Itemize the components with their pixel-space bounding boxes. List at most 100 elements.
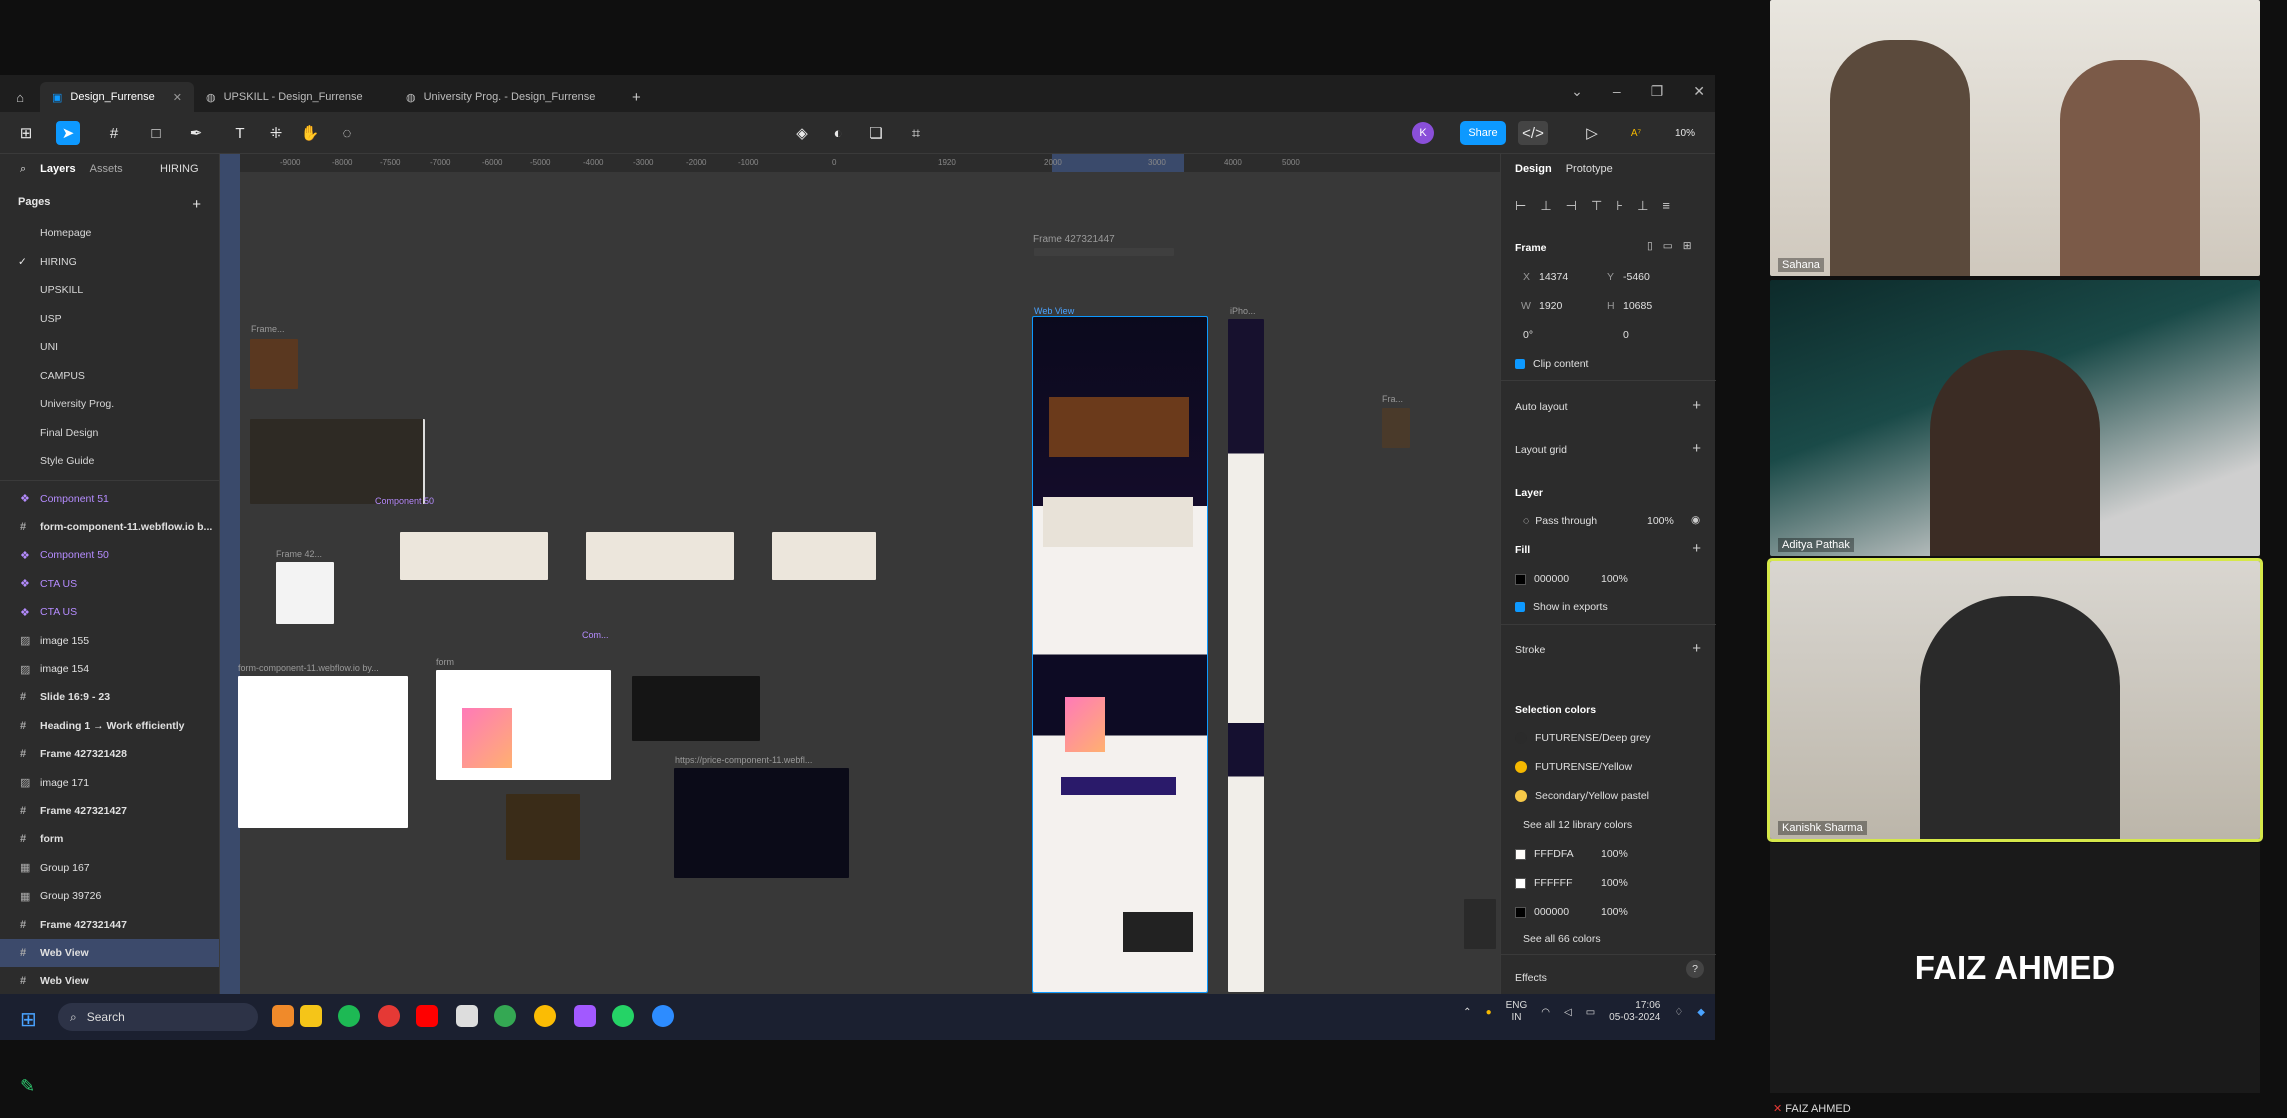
wifi-icon[interactable]: ◠ bbox=[1541, 1007, 1550, 1018]
align-icons[interactable]: ⊢⊥⊣⊤⊦⊥≡ bbox=[1515, 198, 1684, 214]
text-tool-icon[interactable]: T bbox=[228, 121, 252, 145]
page-item[interactable]: UNI bbox=[0, 333, 219, 362]
chevron-down-icon[interactable]: ⌄ bbox=[1571, 83, 1583, 100]
add-grid-icon[interactable]: + bbox=[1692, 440, 1701, 457]
minimize-icon[interactable]: – bbox=[1613, 83, 1621, 100]
layer-item[interactable]: # Heading 1 → Work efficiently bbox=[0, 712, 219, 740]
layer-item[interactable]: # Web View bbox=[0, 967, 219, 995]
avatar[interactable]: K bbox=[1412, 122, 1434, 144]
participant-video-aditya[interactable]: Aditya Pathak bbox=[1770, 280, 2260, 556]
layer-item[interactable]: # Frame 427321427 bbox=[0, 797, 219, 825]
component-card[interactable] bbox=[772, 532, 876, 580]
participant-tile-faiz[interactable]: FAIZ AHMED bbox=[1770, 843, 2260, 1093]
close-icon[interactable]: ✕ bbox=[173, 91, 182, 104]
app-icon[interactable] bbox=[456, 1005, 478, 1027]
library-color-row[interactable]: FUTURENSE/Deep grey bbox=[1515, 732, 1651, 745]
layer-item[interactable]: ❖ Component 51 bbox=[0, 485, 219, 513]
pen-tool-icon[interactable]: ✒ bbox=[184, 121, 208, 145]
layer-item[interactable]: # Frame 427321447 bbox=[0, 910, 219, 938]
hex-opacity[interactable]: 100% bbox=[1601, 877, 1628, 889]
component-icon[interactable]: ◈ bbox=[790, 121, 814, 145]
chrome-icon[interactable] bbox=[494, 1005, 516, 1027]
notification-app-icon[interactable] bbox=[272, 1005, 294, 1027]
color-swatch[interactable] bbox=[1515, 906, 1526, 918]
library-color-row[interactable]: Secondary/Yellow pastel bbox=[1515, 790, 1649, 803]
ai-icon[interactable]: A⁷ bbox=[1624, 121, 1648, 145]
component-card[interactable] bbox=[586, 532, 734, 580]
whatsapp-icon[interactable] bbox=[612, 1005, 634, 1027]
mic-icon[interactable]: ● bbox=[1486, 1007, 1492, 1018]
fill-swatch[interactable] bbox=[1515, 573, 1526, 585]
participant-video-kanishk[interactable]: Kanishk Sharma bbox=[1767, 558, 2263, 842]
frame-tool-icon[interactable]: # bbox=[102, 121, 126, 145]
page-item[interactable]: ✓ HIRING bbox=[0, 248, 219, 277]
library-color-row[interactable]: FUTURENSE/Yellow bbox=[1515, 761, 1632, 774]
see-all-library-link[interactable]: See all 12 library colors bbox=[1523, 819, 1632, 831]
taskbar-search[interactable]: ⌕ Search bbox=[58, 1003, 258, 1031]
form-frame[interactable] bbox=[436, 670, 611, 780]
close-window-icon[interactable]: ✕ bbox=[1693, 83, 1705, 100]
spotify-icon[interactable] bbox=[338, 1005, 360, 1027]
layer-item[interactable]: ▨ image 171 bbox=[0, 768, 219, 796]
page-item[interactable]: Homepage bbox=[0, 219, 219, 248]
eye-icon[interactable]: ◉ bbox=[1691, 514, 1700, 526]
help-icon[interactable]: ? bbox=[1686, 960, 1704, 978]
media-icon[interactable] bbox=[378, 1005, 400, 1027]
layer-item[interactable]: # Frame 427321428 bbox=[0, 740, 219, 768]
add-stroke-icon[interactable]: + bbox=[1692, 640, 1701, 657]
fill-row[interactable]: 000000 bbox=[1515, 573, 1569, 585]
clock[interactable]: 17:06 05-03-2024 bbox=[1609, 1000, 1660, 1024]
layer-item[interactable]: ❖ CTA US bbox=[0, 570, 219, 598]
move-tool-icon[interactable]: ➤ bbox=[56, 121, 80, 145]
portrait-image[interactable] bbox=[250, 339, 298, 389]
layer-item[interactable]: # form bbox=[0, 825, 219, 853]
hex-color-row[interactable]: FFFDFA bbox=[1515, 848, 1574, 860]
annotate-icon[interactable]: ✎ bbox=[20, 1076, 35, 1097]
dev-mode-icon[interactable]: </> bbox=[1518, 121, 1548, 145]
boolean-icon[interactable]: ❏ bbox=[864, 121, 888, 145]
mask-icon[interactable]: ◐ bbox=[826, 121, 850, 145]
layer-item[interactable]: ▦ Group 167 bbox=[0, 854, 219, 882]
maximize-icon[interactable]: ❐ bbox=[1651, 83, 1664, 100]
collage-image[interactable] bbox=[506, 794, 580, 860]
iphone-frame[interactable] bbox=[1228, 319, 1264, 992]
small-frame[interactable] bbox=[276, 562, 334, 624]
layer-item[interactable]: ❖ CTA US bbox=[0, 598, 219, 626]
shape-tool-icon[interactable]: □ bbox=[144, 121, 168, 145]
rotation-input[interactable]: 0° bbox=[1523, 329, 1533, 341]
chrome-profile-icon[interactable] bbox=[534, 1005, 556, 1027]
zoom-icon[interactable] bbox=[652, 1005, 674, 1027]
small-frame[interactable] bbox=[1464, 899, 1496, 949]
page-item[interactable]: University Prog. bbox=[0, 390, 219, 419]
video-frame[interactable] bbox=[250, 419, 425, 504]
pricing-frame[interactable] bbox=[674, 768, 849, 878]
figma-icon[interactable] bbox=[574, 1005, 596, 1027]
main-menu-icon[interactable]: ⊞ bbox=[14, 121, 38, 145]
web-view-frame[interactable] bbox=[1032, 316, 1208, 993]
layer-opacity[interactable]: 100% bbox=[1647, 515, 1674, 527]
battery-icon[interactable]: ▭ bbox=[1586, 1007, 1595, 1018]
layer-item[interactable]: # Web View bbox=[0, 938, 219, 968]
language-indicator[interactable]: ENG IN bbox=[1506, 1000, 1528, 1024]
y-input[interactable]: -5460 bbox=[1623, 271, 1650, 283]
radius-input[interactable]: 0 bbox=[1623, 329, 1629, 341]
color-swatch[interactable] bbox=[1515, 877, 1526, 889]
resources-icon[interactable]: ⁜ bbox=[264, 121, 288, 145]
frame-thumbnail[interactable] bbox=[1034, 248, 1174, 256]
layer-item[interactable]: ▨ image 154 bbox=[0, 655, 219, 683]
component-card[interactable] bbox=[400, 532, 548, 580]
hex-opacity[interactable]: 100% bbox=[1601, 848, 1628, 860]
w-input[interactable]: 1920 bbox=[1539, 300, 1562, 312]
tab-design[interactable]: ▣ Design_Furrense ✕ bbox=[40, 82, 194, 112]
search-icon[interactable]: ⌕ bbox=[20, 163, 26, 176]
clip-content-row[interactable]: Clip content bbox=[1515, 358, 1588, 370]
canvas[interactable]: -9000 -8000 -7500 -7000 -6000 -5000 -4000 -3000… bbox=[220, 154, 1500, 994]
add-auto-layout-icon[interactable]: + bbox=[1692, 397, 1701, 414]
x-input[interactable]: 14374 bbox=[1539, 271, 1568, 283]
fill-opacity[interactable]: 100% bbox=[1601, 573, 1628, 585]
notification-bell-icon[interactable]: ♢ bbox=[1674, 1007, 1683, 1018]
checkbox-icon[interactable] bbox=[1515, 602, 1525, 613]
small-image[interactable] bbox=[1382, 408, 1410, 448]
show-exports-row[interactable]: Show in exports bbox=[1515, 601, 1608, 613]
page-item[interactable]: CAMPUS bbox=[0, 362, 219, 391]
